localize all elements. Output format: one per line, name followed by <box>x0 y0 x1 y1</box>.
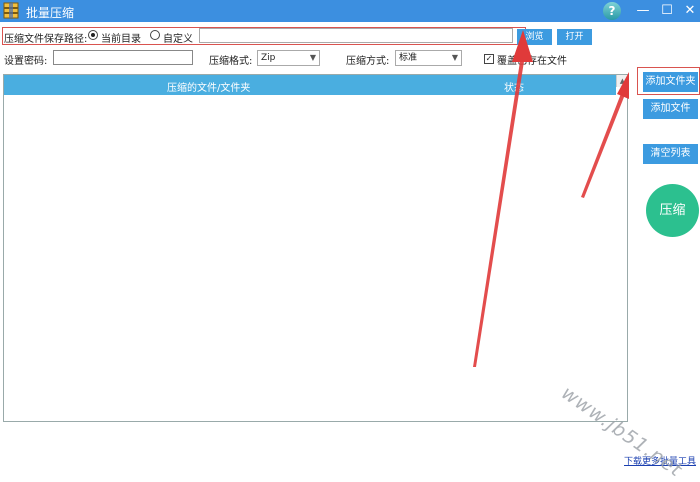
radio-current-dir-label: 当前目录 <box>101 34 141 45</box>
radio-current-dir[interactable] <box>88 30 98 40</box>
add-folder-button[interactable]: 添加文件夹 <box>643 72 698 92</box>
table-header: 压缩的文件/文件夹 状态 <box>4 75 616 95</box>
radio-custom-label: 自定义 <box>163 34 193 45</box>
password-label: 设置密码: <box>4 56 48 67</box>
window-title: 批量压缩 <box>26 6 75 20</box>
format-select[interactable]: Zip ▼ <box>257 50 320 66</box>
column-header-files: 压缩的文件/文件夹 <box>167 83 251 94</box>
maximize-icon[interactable]: ☐ <box>657 2 677 20</box>
chevron-down-icon: ▼ <box>309 53 316 62</box>
method-select-value: 标准 <box>399 53 418 63</box>
save-path-label: 压缩文件保存路径: <box>4 34 88 45</box>
radio-custom[interactable] <box>150 30 160 40</box>
overwrite-checkbox[interactable]: ✓ <box>484 54 494 64</box>
scroll-up-arrow[interactable]: ▲ <box>616 75 628 87</box>
minimize-icon[interactable]: — <box>633 2 653 20</box>
app-icon <box>3 2 19 19</box>
title-bar <box>0 0 700 22</box>
column-header-status: 状态 <box>504 83 524 94</box>
save-path-input[interactable] <box>199 28 513 43</box>
method-label: 压缩方式: <box>346 56 390 67</box>
format-label: 压缩格式: <box>209 56 253 67</box>
file-table[interactable] <box>3 74 628 422</box>
chevron-down-icon: ▼ <box>451 53 458 62</box>
method-select[interactable]: 标准 ▼ <box>395 50 462 66</box>
add-file-button[interactable]: 添加文件 <box>643 99 698 119</box>
open-button[interactable]: 打开 <box>557 29 592 45</box>
format-select-value: Zip <box>261 53 276 63</box>
browse-button[interactable]: 浏览 <box>517 29 552 45</box>
close-icon[interactable]: ✕ <box>680 2 700 20</box>
compress-button[interactable]: 压缩 <box>646 184 699 237</box>
help-icon[interactable]: ? <box>603 2 621 20</box>
clear-list-button[interactable]: 清空列表 <box>643 144 698 164</box>
password-field[interactable] <box>53 50 193 65</box>
overwrite-label: 覆盖已存在文件 <box>497 56 567 67</box>
